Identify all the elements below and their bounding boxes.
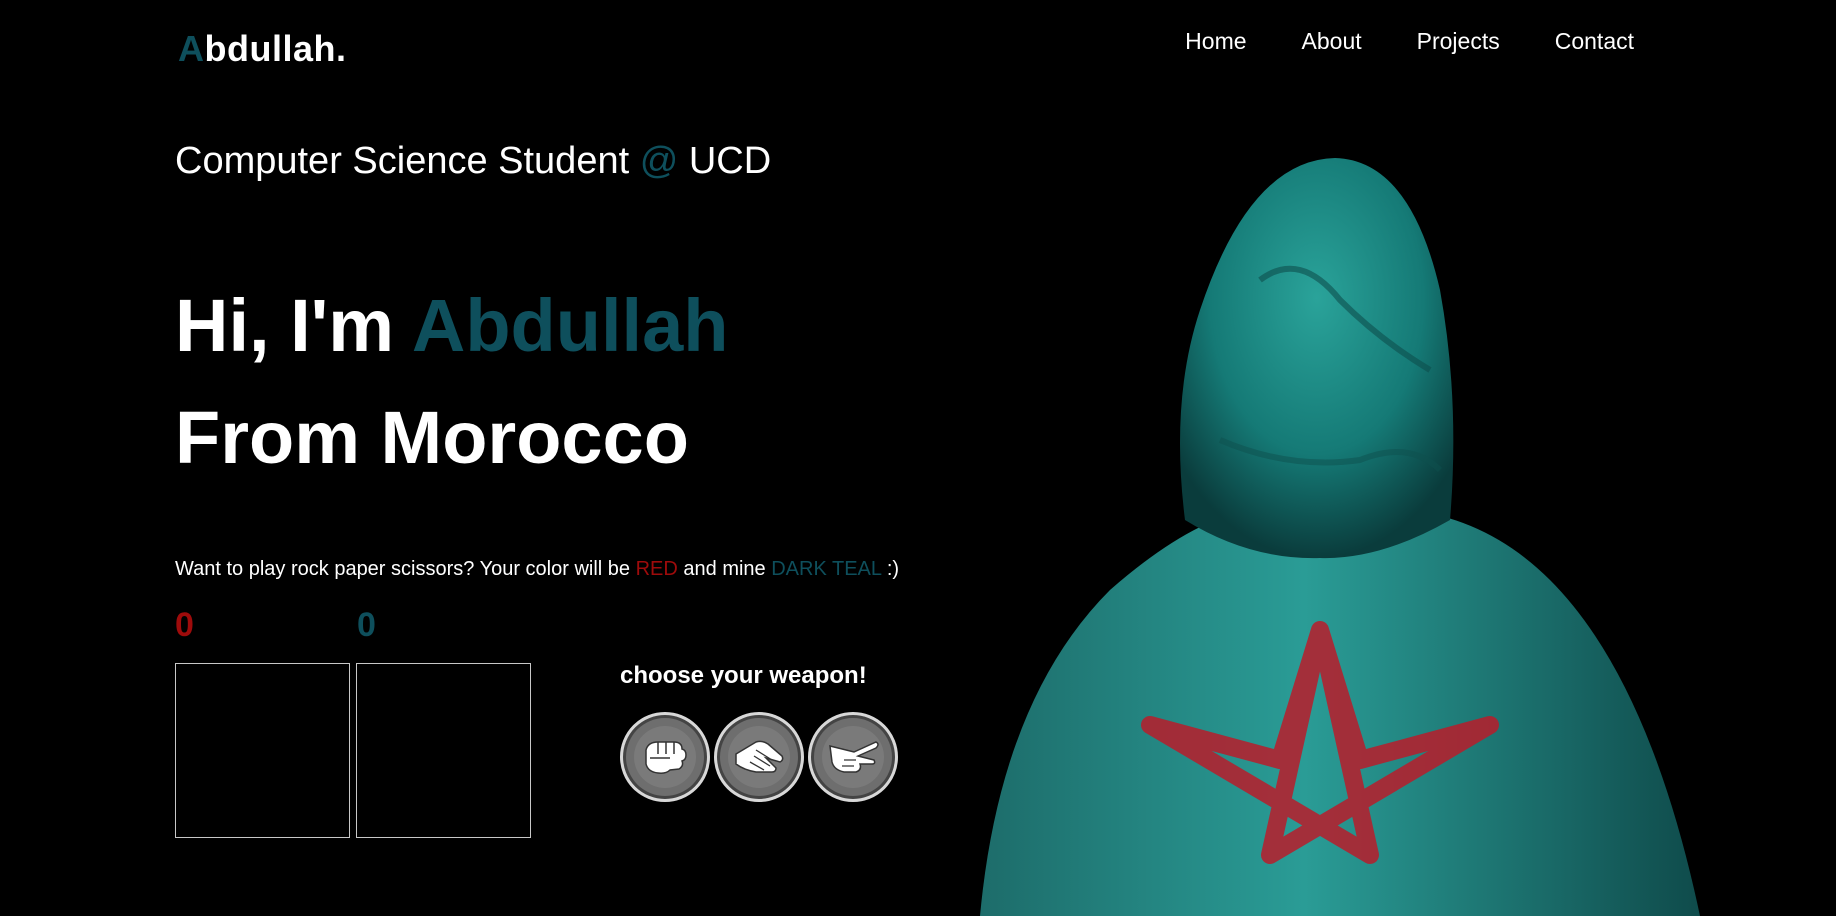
subtitle-suffix: UCD (688, 140, 772, 182)
nav-contact-link[interactable]: Contact (1555, 28, 1634, 55)
main-nav: Home About Projects Contact (1185, 28, 1634, 55)
choose-weapon-label: choose your weapon! (620, 662, 867, 689)
origin-line: From Morocco (175, 396, 689, 479)
subtitle: Computer Science Student @ UCD (175, 140, 771, 183)
rock-icon (634, 726, 696, 788)
computer-choice-box (356, 663, 531, 838)
paper-button[interactable] (714, 712, 804, 802)
greeting-line: Hi, I'm Abdullah (175, 270, 728, 382)
player-choice-box (175, 663, 350, 838)
subtitle-prefix: Computer Science Student (175, 140, 630, 182)
hooded-figure-image (980, 158, 1700, 916)
computer-color-word: DARK TEAL (771, 558, 882, 580)
hero-headline: Hi, I'm Abdullah From Morocco (175, 270, 728, 494)
prompt-prefix: Want to play rock paper scissors? Your c… (175, 558, 631, 580)
rock-button[interactable] (620, 712, 710, 802)
name-text: Abdullah (411, 284, 729, 367)
paper-icon (728, 726, 790, 788)
logo-text: bdullah. (204, 28, 347, 69)
site-logo[interactable]: Abdullah. (178, 28, 347, 70)
player-score: 0 (175, 606, 194, 644)
computer-score: 0 (357, 606, 376, 644)
player-color-word: RED (635, 558, 678, 580)
nav-about-link[interactable]: About (1302, 28, 1362, 55)
prompt-middle: and mine (683, 558, 766, 580)
game-prompt: Want to play rock paper scissors? Your c… (175, 558, 899, 581)
nav-home-link[interactable]: Home (1185, 28, 1246, 55)
scissors-icon (822, 726, 884, 788)
scissors-button[interactable] (808, 712, 898, 802)
logo-initial: A (178, 28, 205, 69)
nav-projects-link[interactable]: Projects (1417, 28, 1500, 55)
subtitle-at: @ (639, 140, 679, 182)
greeting-text: Hi, I'm (175, 284, 395, 367)
prompt-suffix: :) (886, 558, 900, 580)
weapon-buttons (620, 712, 898, 802)
